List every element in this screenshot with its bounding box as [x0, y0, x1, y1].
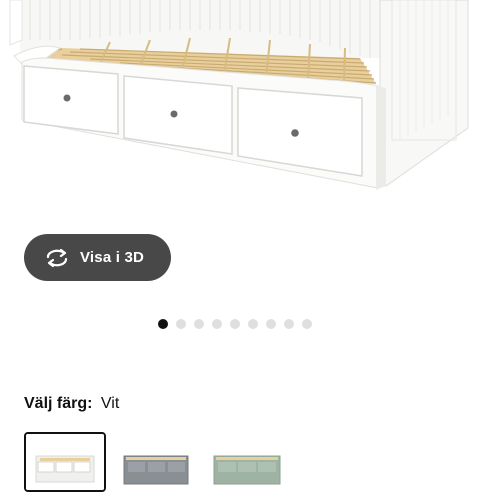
- carousel-dot[interactable]: [212, 319, 222, 329]
- color-swatch-grey[interactable]: [116, 432, 198, 492]
- carousel-dot[interactable]: [302, 319, 312, 329]
- carousel-dot[interactable]: [158, 319, 168, 329]
- carousel-dot[interactable]: [176, 319, 186, 329]
- product-image[interactable]: [0, 0, 480, 225]
- color-picker-label: Välj färg:: [24, 395, 93, 412]
- color-picker-label-row: Välj färg: Vit: [24, 395, 119, 413]
- color-swatch-green[interactable]: [208, 432, 290, 492]
- carousel-dot[interactable]: [248, 319, 258, 329]
- rotate-3d-icon: [44, 248, 70, 268]
- view-in-3d-label: Visa i 3D: [80, 249, 145, 266]
- daybed-grey-thumbnail: [116, 432, 198, 492]
- daybed-green-thumbnail: [208, 432, 290, 492]
- daybed-white-thumbnail: [26, 434, 104, 490]
- view-in-3d-button[interactable]: Visa i 3D: [24, 234, 171, 281]
- carousel-dot[interactable]: [230, 319, 240, 329]
- carousel-pagination: [158, 319, 312, 329]
- carousel-dot[interactable]: [284, 319, 294, 329]
- daybed-image: [9, 0, 469, 190]
- carousel-dot[interactable]: [194, 319, 204, 329]
- selected-color-value: Vit: [100, 395, 120, 412]
- color-swatch-white[interactable]: [24, 432, 106, 492]
- carousel-dot[interactable]: [266, 319, 276, 329]
